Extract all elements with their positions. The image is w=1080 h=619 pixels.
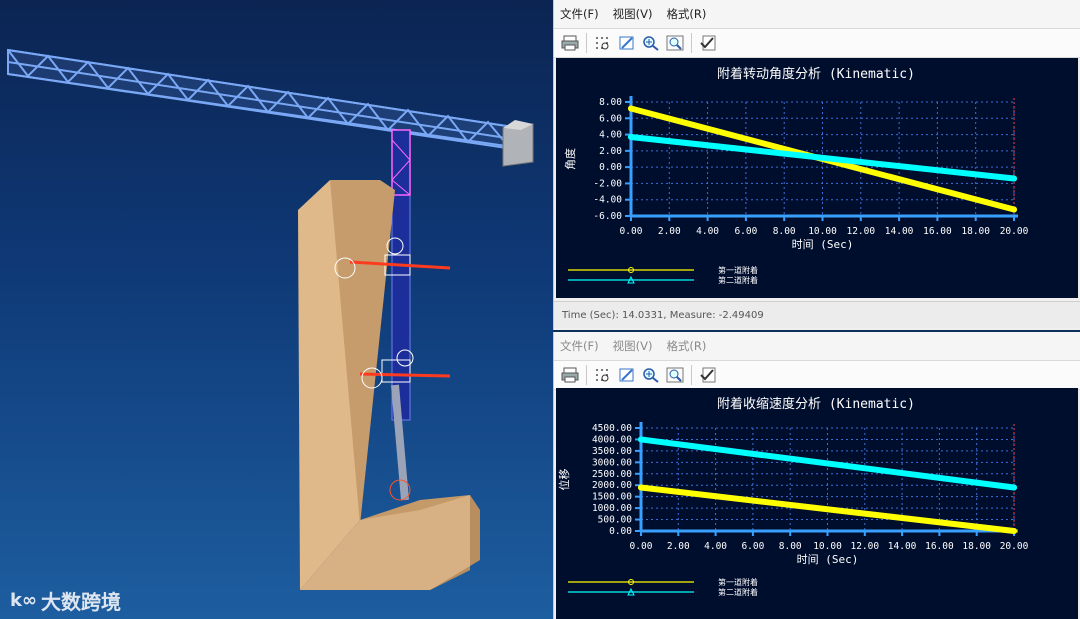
toolbar (554, 360, 1080, 390)
grid-icon[interactable] (593, 33, 613, 53)
x-tick-label: 6.00 (741, 541, 764, 552)
x-tick-label: 12.00 (846, 226, 875, 237)
x-tick-label: 8.00 (773, 226, 796, 237)
menu-file[interactable]: 文件(F) (560, 338, 599, 354)
chart-title: 附着收缩速度分析 (Kinematic) (717, 396, 915, 412)
series-line-2 (638, 436, 1017, 491)
grid-icon[interactable] (593, 365, 613, 385)
series-point-1 (638, 484, 644, 491)
y-tick-label: 500.00 (598, 515, 633, 526)
series-point-2 (638, 436, 644, 443)
angle-chart-svg: 附着转动角度分析 (Kinematic) 0.00 2.00 4.00 6.00 8.00… (563, 66, 1029, 285)
zoom-fit-icon[interactable] (665, 33, 685, 53)
x-tick-label: 18.00 (961, 226, 990, 237)
crane-model-drawing (7, 48, 534, 590)
y-tick-label: 2.00 (599, 146, 622, 157)
3d-viewport[interactable]: k∞ 大数跨境 (0, 0, 553, 619)
menu-file[interactable]: 文件(F) (560, 6, 599, 22)
x-tick-label: 8.00 (779, 541, 802, 552)
print-icon[interactable] (560, 365, 580, 385)
y-tick-label: 4500.00 (592, 423, 632, 434)
toolbar-separator (691, 365, 692, 385)
x-tick-label: 0.00 (620, 226, 643, 237)
x-tick-label: 14.00 (888, 541, 917, 552)
menu-bar: 文件(F) 视图(V) 格式(R) (554, 332, 1080, 360)
check-edit-icon[interactable] (698, 365, 718, 385)
watermark: k∞ 大数跨境 (10, 586, 121, 615)
y-tick-label: 3500.00 (592, 446, 632, 457)
y-tick-label: 2000.00 (592, 480, 632, 491)
zoom-in-icon[interactable] (641, 365, 661, 385)
angle-chart[interactable]: 附着转动角度分析 (Kinematic) 0.00 2.00 4.00 6.00 8.00… (556, 58, 1078, 298)
menu-bar: 文件(F) 视图(V) 格式(R) (554, 0, 1080, 28)
x-axis-label: 时间 (Sec) (792, 238, 854, 251)
x-tick-label: 10.00 (813, 541, 842, 552)
x-tick-label: 20.00 (1000, 541, 1029, 552)
x-tick-label: 12.00 (850, 541, 879, 552)
x-tick-label: 16.00 (925, 541, 954, 552)
pen-icon[interactable] (617, 365, 637, 385)
zoom-fit-icon[interactable] (665, 365, 685, 385)
x-tick-label: 10.00 (808, 226, 837, 237)
series-point-1 (628, 105, 634, 112)
displacement-analysis-window: 文件(F) 视图(V) 格式(R) 附着收缩速度分析 (Kinematic) 0.… (553, 332, 1080, 619)
jib-end-block (502, 120, 534, 167)
x-tick-label: 4.00 (704, 541, 727, 552)
y-tick-label: 1000.00 (592, 503, 632, 514)
y-tick-label: 0.00 (609, 526, 632, 537)
legend-entry: 第一道附着 (718, 577, 758, 587)
legend-entry: 第一道附着 (718, 265, 758, 275)
series-point-2 (628, 134, 634, 141)
y-tick-label: 6.00 (599, 113, 622, 124)
x-tick-label: 14.00 (885, 226, 914, 237)
x-tick-label: 18.00 (962, 541, 991, 552)
menu-format[interactable]: 格式(R) (666, 338, 706, 354)
y-tick-label: 3000.00 (592, 457, 632, 468)
x-tick-label: 4.00 (696, 226, 719, 237)
y-axis-label: 角度 (563, 148, 577, 170)
menu-format[interactable]: 格式(R) (666, 6, 706, 22)
toolbar (554, 28, 1080, 58)
zoom-in-icon[interactable] (641, 33, 661, 53)
x-tick-label: 6.00 (734, 226, 757, 237)
x-tick-label: 2.00 (658, 226, 681, 237)
y-tick-label: 8.00 (599, 97, 622, 108)
y-tick-label: -2.00 (593, 178, 622, 189)
series-point-2 (1011, 175, 1017, 182)
y-tick-label: 0.00 (599, 162, 622, 173)
toolbar-separator (691, 33, 692, 53)
chart-title: 附着转动角度分析 (Kinematic) (717, 66, 915, 82)
y-tick-label: 1500.00 (592, 492, 632, 503)
x-tick-label: 0.00 (630, 541, 653, 552)
legend-entry: 第二道附着 (718, 275, 758, 285)
print-icon[interactable] (560, 33, 580, 53)
toolbar-separator (586, 365, 587, 385)
series-point-2 (1011, 484, 1017, 491)
displacement-chart-svg: 附着收缩速度分析 (Kinematic) 0.00 2.00 4.00 6.00 8.00… (557, 396, 1029, 597)
check-edit-icon[interactable] (698, 33, 718, 53)
menu-view[interactable]: 视图(V) (613, 338, 653, 354)
angle-analysis-window: 文件(F) 视图(V) 格式(R) 附着转动角度分析 (Kinematic) 0.… (553, 0, 1080, 330)
y-tick-label: -6.00 (593, 211, 622, 222)
x-axis-label: 时间 (Sec) (797, 553, 859, 566)
series-point-1 (1011, 528, 1017, 534)
watermark-logo: k∞ (10, 590, 37, 611)
y-axis-label: 位移 (557, 469, 571, 491)
watermark-text: 大数跨境 (40, 590, 121, 614)
y-tick-label: 4.00 (599, 130, 622, 141)
menu-view[interactable]: 视图(V) (613, 6, 653, 22)
status-bar: Time (Sec): 14.0331, Measure: -2.49409 (554, 301, 1080, 328)
toolbar-separator (586, 33, 587, 53)
series-point-1 (1011, 206, 1017, 213)
x-tick-label: 20.00 (1000, 226, 1029, 237)
y-tick-label: 2500.00 (592, 469, 632, 480)
pen-icon[interactable] (617, 33, 637, 53)
y-tick-label: -4.00 (593, 195, 622, 206)
jib-truss (7, 48, 521, 151)
x-tick-label: 16.00 (923, 226, 952, 237)
displacement-chart[interactable]: 附着收缩速度分析 (Kinematic) 0.00 2.00 4.00 6.00 8.00… (556, 388, 1078, 619)
y-tick-label: 4000.00 (592, 434, 632, 445)
legend-entry: 第二道附着 (718, 587, 758, 597)
x-tick-label: 2.00 (667, 541, 690, 552)
